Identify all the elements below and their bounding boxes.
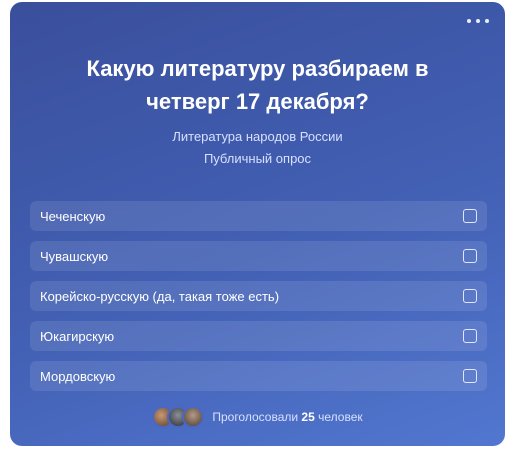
option-label: Чеченскую <box>40 208 106 224</box>
poll-options: Чеченскую Чувашскую Корейско-русскую (да… <box>30 201 487 401</box>
dot <box>476 19 480 23</box>
poll-option[interactable]: Мордовскую <box>30 361 487 391</box>
poll-question: Какую литературу разбираем в четверг 17 … <box>86 56 429 114</box>
poll-category: Литература народов России <box>172 129 343 144</box>
vote-count: 25 <box>301 410 315 424</box>
poll-option[interactable]: Чувашскую <box>30 241 487 271</box>
checkbox-icon[interactable] <box>463 249 477 263</box>
poll-option[interactable]: Чеченскую <box>30 201 487 231</box>
voters-text: Проголосовали 25 человек <box>212 410 362 424</box>
voters-prefix: Проголосовали <box>212 410 299 424</box>
avatar[interactable] <box>182 406 205 428</box>
poll-option[interactable]: Корейско-русскую (да, такая тоже есть) <box>30 281 487 311</box>
poll-option[interactable]: Юкагирскую <box>30 321 487 351</box>
option-label: Корейско-русскую (да, такая тоже есть) <box>40 288 280 304</box>
more-options-icon[interactable] <box>467 14 489 28</box>
option-label: Юкагирскую <box>40 328 115 344</box>
poll-card: Какую литературу разбираем в четверг 17 … <box>10 2 505 446</box>
voter-avatars[interactable] <box>152 406 205 428</box>
option-label: Чувашскую <box>40 248 109 264</box>
poll-type: Публичный опрос <box>203 151 312 166</box>
checkbox-icon[interactable] <box>463 289 477 303</box>
poll-subtitle: Литература народов России Публичный опро… <box>10 126 505 170</box>
dot <box>485 19 489 23</box>
checkbox-icon[interactable] <box>463 329 477 343</box>
voters-summary[interactable]: Проголосовали 25 человек <box>10 406 505 428</box>
checkbox-icon[interactable] <box>463 209 477 223</box>
dot <box>467 19 471 23</box>
option-label: Мордовскую <box>40 368 116 384</box>
checkbox-icon[interactable] <box>463 369 477 383</box>
voters-suffix: человек <box>318 410 363 424</box>
